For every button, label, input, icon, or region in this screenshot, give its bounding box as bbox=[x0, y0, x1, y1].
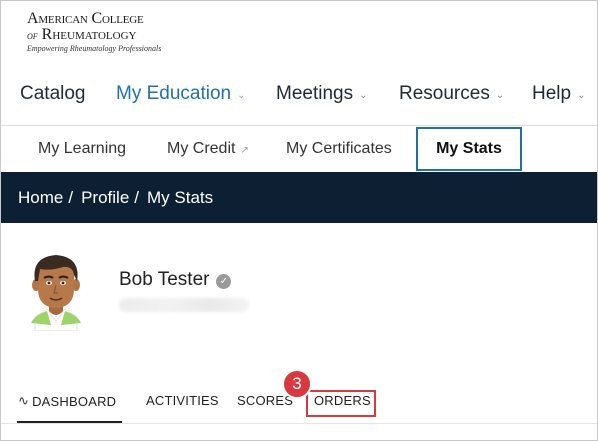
breadcrumb-my-stats: My Stats bbox=[147, 187, 214, 207]
app-frame: American College of Rheumatology Empower… bbox=[0, 0, 598, 441]
subnav-my-stats[interactable]: My Stats bbox=[416, 127, 522, 171]
tab-activities-label: ACTIVITIES bbox=[146, 393, 219, 408]
breadcrumb-home[interactable]: Home bbox=[18, 188, 63, 208]
tabs-divider bbox=[1, 423, 597, 424]
logo-line-1: American College bbox=[27, 10, 144, 27]
pulse-icon: ∿ bbox=[18, 393, 30, 408]
chevron-down-icon: ⌄ bbox=[237, 90, 246, 101]
check-circle-icon: ✓ bbox=[216, 273, 232, 289]
tab-dashboard-label: DASHBOARD bbox=[32, 393, 117, 409]
nav-resources[interactable]: Resources ⌄ bbox=[399, 83, 504, 105]
nav-meetings-label: Meetings bbox=[276, 83, 354, 104]
external-link-icon: ↗ bbox=[240, 144, 249, 156]
subnav-my-credit-label: My Credit bbox=[167, 140, 236, 157]
breadcrumb-separator: / bbox=[68, 187, 74, 207]
nav-help-label: Help bbox=[532, 83, 572, 104]
avatar bbox=[21, 251, 91, 332]
logo-rheumatology: Rheumatology bbox=[41, 26, 137, 43]
main-nav: Catalog My Education ⌄ Meetings ⌄ Resour… bbox=[1, 77, 597, 111]
orders-highlight-box bbox=[306, 390, 376, 417]
tab-scores[interactable]: SCORES bbox=[237, 393, 293, 408]
tab-scores-label: SCORES bbox=[237, 393, 294, 408]
subnav-my-certificates[interactable]: My Certificates bbox=[286, 126, 392, 172]
breadcrumb-profile[interactable]: Profile bbox=[81, 188, 129, 208]
sub-nav: My Learning My Credit ↗ My Certificates … bbox=[1, 126, 597, 172]
redacted-email bbox=[119, 298, 249, 312]
nav-my-education[interactable]: My Education ⌄ bbox=[116, 83, 246, 105]
chevron-down-icon: ⌄ bbox=[495, 90, 505, 101]
logo-of: of bbox=[27, 28, 38, 42]
chevron-down-icon: ⌄ bbox=[359, 90, 368, 101]
nav-resources-label: Resources bbox=[399, 83, 490, 104]
acr-logo[interactable]: American College of Rheumatology Empower… bbox=[27, 10, 187, 56]
subnav-my-credit[interactable]: My Credit ↗ bbox=[167, 126, 249, 172]
logo-tagline: Empowering Rheumatology Professionals bbox=[27, 44, 162, 53]
profile-name: Bob Tester ✓ bbox=[119, 269, 232, 291]
nav-my-education-label: My Education bbox=[116, 83, 232, 104]
subnav-my-stats-label: My Stats bbox=[436, 140, 502, 157]
subnav-my-learning[interactable]: My Learning bbox=[38, 126, 126, 172]
subnav-my-certificates-label: My Certificates bbox=[286, 140, 392, 157]
profile-name-text: Bob Tester bbox=[119, 269, 210, 290]
nav-catalog-label: Catalog bbox=[20, 83, 86, 104]
avatar-illustration bbox=[31, 255, 81, 332]
step-number-badge: 3 bbox=[282, 369, 312, 399]
nav-meetings[interactable]: Meetings ⌄ bbox=[276, 83, 368, 105]
breadcrumb-separator: / bbox=[134, 187, 140, 207]
tab-activities[interactable]: ACTIVITIES bbox=[146, 393, 219, 408]
chevron-down-icon: ⌄ bbox=[577, 90, 586, 101]
tab-dashboard[interactable]: ∿ DASHBOARD bbox=[18, 393, 116, 409]
logo-line-2: of Rheumatology bbox=[27, 27, 187, 43]
subnav-my-learning-label: My Learning bbox=[38, 140, 127, 157]
nav-help[interactable]: Help ⌄ bbox=[532, 83, 585, 105]
breadcrumb: Home / Profile / My Stats bbox=[1, 172, 597, 223]
nav-catalog[interactable]: Catalog bbox=[20, 83, 86, 105]
